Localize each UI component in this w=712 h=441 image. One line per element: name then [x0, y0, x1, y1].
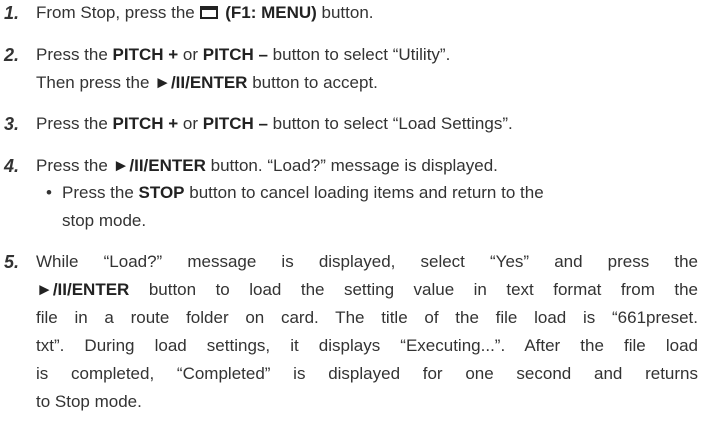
step-number: 3. — [4, 114, 20, 134]
bullet-text: Press the STOP button to cancel loading … — [62, 179, 698, 235]
step-line: txt”. During load settings, it displays … — [36, 336, 698, 355]
instruction-steps: 1. From Stop, press the (F1: MENU) butto… — [0, 0, 712, 441]
step-number: 2. — [4, 45, 20, 65]
step-line: Press the ►/II/ENTER button. “Load?” mes… — [36, 156, 498, 175]
step-line: to Stop mode. — [36, 392, 142, 411]
bullet-dot: • — [46, 183, 52, 202]
bullet-line: stop mode. — [62, 211, 147, 230]
step-line: While “Load?” message is displayed, sele… — [36, 252, 698, 271]
step-line: Press the PITCH + or PITCH – button to s… — [36, 45, 451, 64]
step-line: From Stop, press the (F1: MENU) button. — [36, 3, 374, 22]
step-text: Press the PITCH + or PITCH – button to s… — [36, 110, 698, 138]
bullet-line: Press the STOP button to cancel loading … — [62, 183, 544, 202]
step-text: While “Load?” message is displayed, sele… — [36, 248, 698, 416]
step-text: From Stop, press the (F1: MENU) button. — [36, 0, 698, 27]
step-line: Then press the ►/II/ENTER button to acce… — [36, 73, 378, 92]
step-line: Press the PITCH + or PITCH – button to s… — [36, 114, 513, 133]
step-number: 5. — [4, 252, 20, 272]
step-number: 4. — [4, 156, 20, 176]
step-line: ►/II/ENTER button to load the setting va… — [36, 280, 698, 299]
step-text: Press the PITCH + or PITCH – button to s… — [36, 41, 698, 97]
step-number: 1. — [4, 3, 20, 23]
step-line: file in a route folder on card. The titl… — [36, 308, 698, 327]
menu-icon — [200, 6, 219, 19]
step-text: Press the ►/II/ENTER button. “Load?” mes… — [36, 152, 698, 180]
step-line: is completed, “Completed” is displayed f… — [36, 364, 698, 383]
